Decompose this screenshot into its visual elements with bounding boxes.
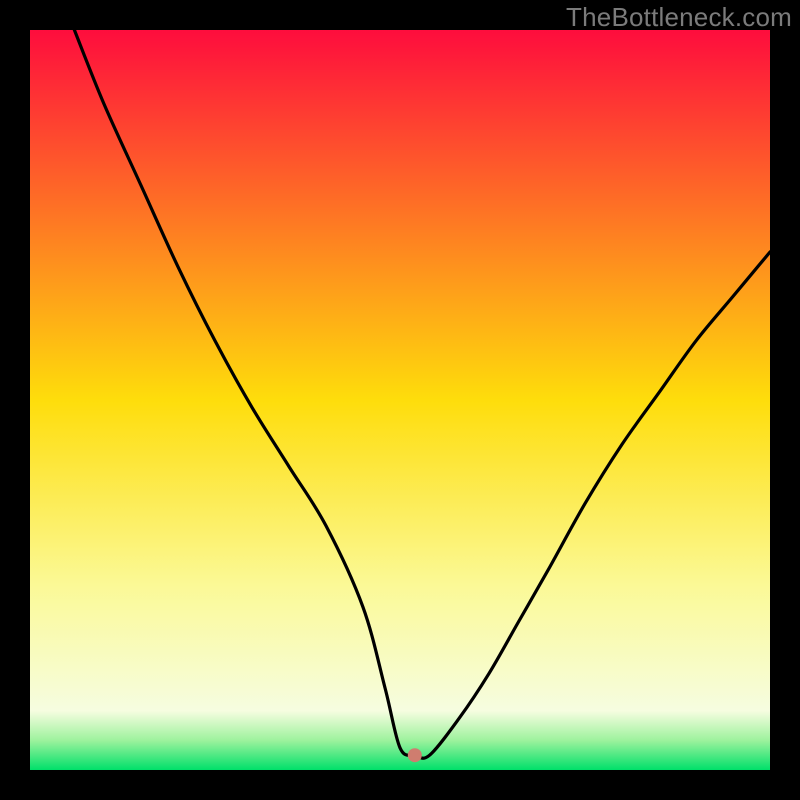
optimal-point-marker xyxy=(408,748,422,762)
bottleneck-chart xyxy=(0,0,800,800)
watermark-text: TheBottleneck.com xyxy=(566,2,792,33)
chart-container: TheBottleneck.com xyxy=(0,0,800,800)
gradient-background xyxy=(30,30,770,770)
